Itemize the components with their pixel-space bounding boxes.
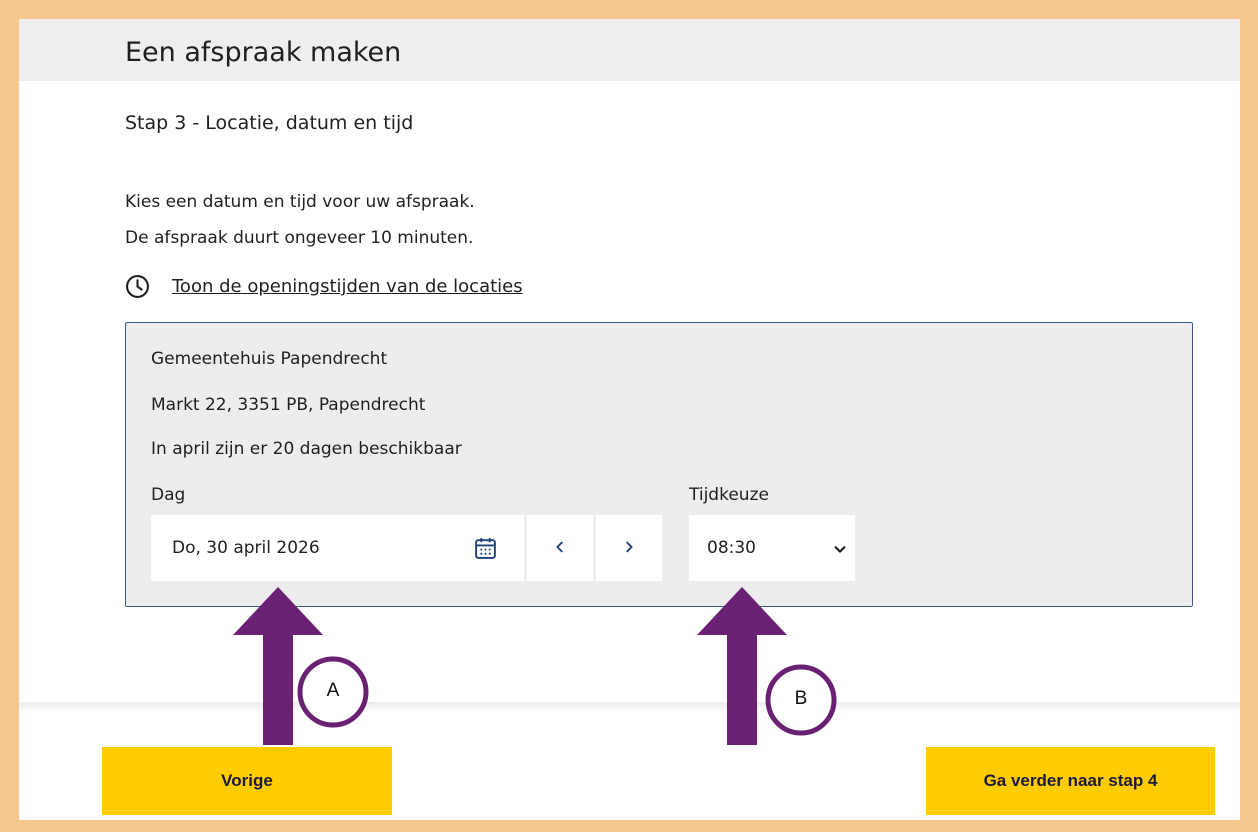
clock-icon (125, 274, 150, 299)
chevron-down-icon (833, 541, 847, 555)
opening-hours-link-row[interactable]: Toon de openingstijden van de locaties (125, 274, 523, 299)
page-title: Een afspraak maken (125, 37, 402, 68)
page-frame: Een afspraak maken Stap 3 - Locatie, dat… (19, 19, 1240, 820)
footer-divider (19, 702, 1240, 712)
location-card: Gemeentehuis Papendrecht Markt 22, 3351 … (125, 322, 1193, 607)
day-label: Dag (151, 485, 186, 505)
intro-text-line-2: De afspraak duurt ongeveer 10 minuten. (125, 228, 474, 248)
location-address: Markt 22, 3351 PB, Papendrecht (151, 395, 426, 415)
opening-hours-link[interactable]: Toon de openingstijden van de locaties (172, 276, 523, 297)
date-value: Do, 30 april 2026 (172, 538, 320, 558)
next-step-button[interactable]: Ga verder naar stap 4 (926, 747, 1215, 815)
intro-text-line-1: Kies een datum en tijd voor uw afspraak. (125, 192, 475, 212)
chevron-left-icon (553, 539, 567, 558)
next-day-button[interactable] (596, 515, 662, 581)
time-label: Tijdkeuze (689, 485, 769, 505)
time-select[interactable]: 08:30 (689, 515, 855, 581)
annotation-label-b: B (794, 688, 808, 709)
page-header: Een afspraak maken (19, 19, 1240, 81)
previous-day-button[interactable] (527, 515, 593, 581)
date-input[interactable]: Do, 30 april 2026 (151, 515, 524, 581)
chevron-right-icon (622, 539, 636, 558)
location-name: Gemeentehuis Papendrecht (151, 349, 388, 369)
calendar-icon[interactable] (473, 536, 498, 561)
annotation-label-a: A (326, 680, 340, 701)
location-availability: In april zijn er 20 dagen beschikbaar (151, 439, 462, 459)
time-value: 08:30 (707, 538, 756, 558)
step-title: Stap 3 - Locatie, datum en tijd (125, 112, 414, 134)
previous-button[interactable]: Vorige (102, 747, 392, 815)
